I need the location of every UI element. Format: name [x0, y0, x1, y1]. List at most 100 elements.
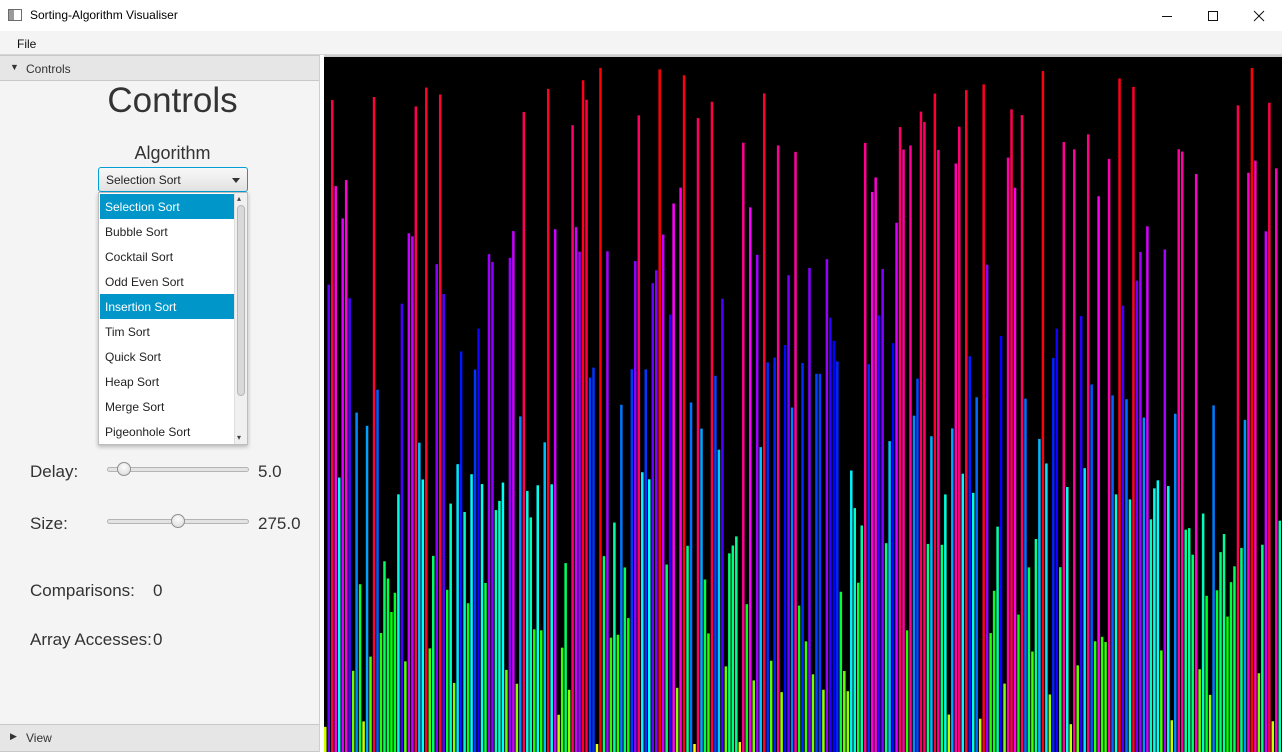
array-bar [473, 369, 477, 752]
array-bar [755, 254, 759, 752]
array-bar [644, 369, 647, 752]
array-bar [689, 402, 693, 752]
scroll-down-icon[interactable]: ▾ [237, 434, 241, 442]
array-bar [661, 234, 665, 752]
array-bar [393, 592, 397, 752]
array-bar [588, 377, 592, 752]
algorithm-option-pigeonhole-sort[interactable]: Pigeonhole Sort [100, 419, 234, 444]
array-bar [961, 473, 965, 752]
array-bar [466, 603, 470, 752]
array-bar [954, 163, 958, 752]
array-bar [790, 407, 794, 752]
array-bar [937, 149, 940, 752]
array-bar [989, 633, 992, 752]
array-bar [1146, 226, 1149, 752]
array-bar [564, 563, 567, 752]
array-bar [452, 682, 456, 752]
minimize-button[interactable] [1144, 0, 1190, 31]
algorithm-option-merge-sort[interactable]: Merge Sort [100, 394, 234, 419]
algorithm-option-heap-sort[interactable]: Heap Sort [100, 369, 234, 394]
array-accesses-label: Array Accesses: [30, 630, 152, 649]
bars-svg [324, 67, 1282, 752]
array-bar [407, 233, 411, 752]
algorithm-option-tim-sort[interactable]: Tim Sort [100, 319, 234, 344]
array-bar [1076, 665, 1079, 752]
menu-file[interactable]: File [17, 37, 36, 51]
array-bar [362, 721, 365, 752]
array-bar [895, 222, 898, 752]
array-bar [539, 630, 543, 752]
array-bar [1149, 519, 1153, 752]
delay-slider[interactable] [107, 462, 249, 476]
array-bar [881, 269, 884, 752]
title-bar[interactable]: Sorting-Algorithm Visualiser [0, 0, 1282, 31]
array-bar [1090, 384, 1093, 752]
array-bar [1132, 86, 1135, 752]
dropdown-scrollbar-thumb[interactable] [237, 205, 245, 396]
maximize-button[interactable] [1190, 0, 1236, 31]
array-bar [1097, 196, 1100, 752]
array-bar [714, 375, 717, 752]
array-bar [1104, 642, 1107, 752]
algorithm-option-cocktail-sort[interactable]: Cocktail Sort [100, 244, 234, 269]
array-bar [376, 389, 379, 752]
algorithm-option-quick-sort[interactable]: Quick Sort [100, 344, 234, 369]
algorithm-option-odd-even-sort[interactable]: Odd Even Sort [100, 269, 234, 294]
array-bar [975, 397, 978, 752]
array-bar [1268, 102, 1271, 752]
array-bar [749, 207, 752, 752]
array-bar [1278, 520, 1282, 752]
array-bar [1027, 567, 1031, 752]
array-bar [846, 691, 850, 752]
array-bar [707, 633, 710, 752]
array-bar [609, 637, 613, 752]
algorithm-combobox[interactable]: Selection Sort [98, 167, 248, 192]
array-bar [1055, 328, 1059, 752]
array-bar [1006, 157, 1010, 752]
array-bar [672, 203, 675, 752]
array-bar [759, 447, 762, 752]
array-bar [675, 687, 679, 752]
array-bar [449, 503, 452, 752]
algorithm-option-selection-sort[interactable]: Selection Sort [100, 194, 234, 219]
array-bar [372, 97, 376, 752]
algorithm-option-bubble-sort[interactable]: Bubble Sort [100, 219, 234, 244]
array-bar [641, 472, 644, 752]
array-bar [1167, 486, 1170, 752]
array-bar [919, 111, 923, 752]
array-bar [717, 449, 721, 752]
delay-value: 5.0 [258, 462, 282, 481]
array-bar [958, 126, 961, 752]
array-bar [1059, 567, 1062, 752]
array-bar [519, 416, 522, 752]
array-bar [870, 191, 874, 752]
array-bar [421, 479, 425, 752]
array-bar [1086, 134, 1090, 752]
array-bar [337, 477, 341, 752]
array-bar [553, 229, 557, 752]
accordion-view-label: View [26, 731, 52, 745]
accordion-view-header[interactable]: ▶ View [0, 724, 319, 752]
algorithm-dropdown-list[interactable]: Selection Sort Bubble Sort Cocktail Sort… [98, 192, 248, 445]
algorithm-option-insertion-sort[interactable]: Insertion Sort [100, 294, 234, 319]
array-bar [996, 526, 999, 752]
array-bar [595, 744, 599, 752]
array-bar [522, 112, 526, 752]
array-bar [1128, 499, 1132, 752]
array-bar [1261, 544, 1264, 752]
scroll-up-icon[interactable]: ▴ [237, 195, 241, 203]
close-button[interactable] [1236, 0, 1282, 31]
size-slider-thumb[interactable] [171, 514, 185, 528]
dropdown-scrollbar[interactable]: ▴ ▾ [234, 193, 247, 444]
delay-slider-thumb[interactable] [117, 462, 131, 476]
comparisons-label: Comparisons: [30, 581, 135, 600]
array-bar [776, 145, 780, 752]
array-bar [585, 99, 588, 752]
array-bar [418, 442, 421, 752]
accordion-controls-header[interactable]: ▼ Controls [0, 55, 319, 81]
size-slider[interactable] [107, 514, 249, 528]
array-bar [515, 683, 519, 752]
array-bar [334, 186, 337, 752]
size-label: Size: [30, 514, 68, 533]
array-bar [470, 474, 473, 752]
